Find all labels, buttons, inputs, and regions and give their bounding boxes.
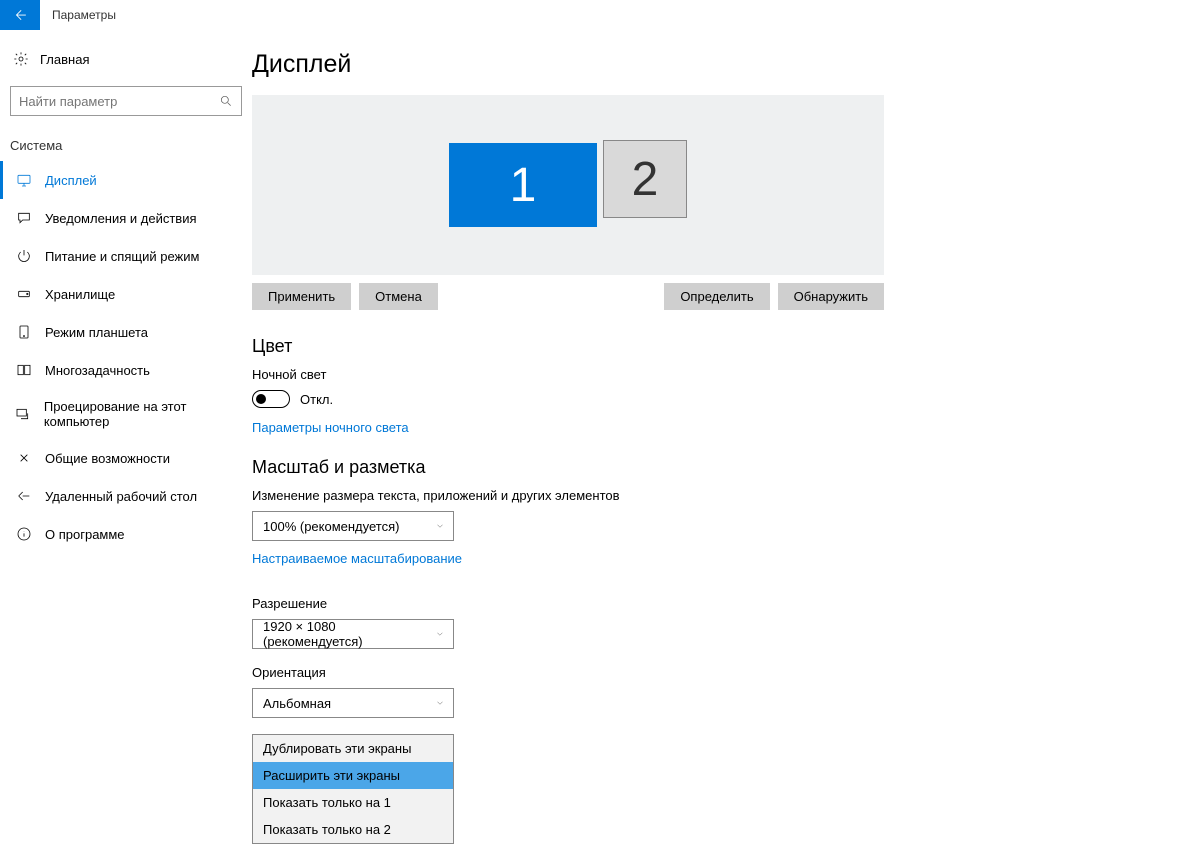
sidebar-item-projecting[interactable]: Проецирование на этот компьютер (0, 389, 252, 439)
page-title: Дисплей (252, 50, 1172, 79)
detect-button[interactable]: Обнаружить (778, 283, 884, 310)
chat-icon (15, 209, 33, 227)
display-arrange-area[interactable]: 1 2 (252, 95, 884, 275)
multi-option-only1[interactable]: Показать только на 1 (253, 789, 453, 816)
sidebar-section-label: Система (0, 128, 252, 161)
sidebar-item-tablet[interactable]: Режим планшета (0, 313, 252, 351)
multi-display-dropdown[interactable]: Дублировать эти экраны Расширить эти экр… (252, 734, 454, 844)
sidebar-item-shared[interactable]: Общие возможности (0, 439, 252, 477)
info-icon (15, 525, 33, 543)
gear-icon (12, 50, 30, 68)
sidebar-item-about[interactable]: О программе (0, 515, 252, 553)
back-button[interactable] (0, 0, 40, 30)
chevron-down-icon (435, 521, 445, 531)
night-light-toggle[interactable] (252, 390, 290, 408)
power-icon (15, 247, 33, 265)
sidebar-home[interactable]: Главная (0, 44, 252, 74)
cancel-button[interactable]: Отмена (359, 283, 438, 310)
night-light-label: Ночной свет (252, 367, 1172, 382)
multi-option-only2[interactable]: Показать только на 2 (253, 816, 453, 843)
color-heading: Цвет (252, 336, 1172, 357)
orientation-select-value: Альбомная (263, 696, 331, 711)
sidebar-item-label: Удаленный рабочий стол (45, 489, 197, 504)
sidebar: Главная Система Дисплей Уведомления и де… (0, 30, 252, 762)
orientation-select[interactable]: Альбомная (252, 688, 454, 718)
scale-select[interactable]: 100% (рекомендуется) (252, 511, 454, 541)
sidebar-item-label: Дисплей (45, 173, 97, 188)
sidebar-item-label: Питание и спящий режим (45, 249, 199, 264)
remote-icon (15, 487, 33, 505)
night-light-settings-link[interactable]: Параметры ночного света (252, 420, 409, 435)
monitor-icon (15, 171, 33, 189)
orientation-label: Ориентация (252, 665, 1172, 680)
resolution-label: Разрешение (252, 596, 1172, 611)
sidebar-item-remote[interactable]: Удаленный рабочий стол (0, 477, 252, 515)
search-field[interactable] (19, 94, 219, 109)
scale-select-value: 100% (рекомендуется) (263, 519, 399, 534)
sidebar-item-label: Режим планшета (45, 325, 148, 340)
sidebar-home-label: Главная (40, 52, 89, 67)
drive-icon (15, 285, 33, 303)
sidebar-item-display[interactable]: Дисплей (0, 161, 252, 199)
chevron-down-icon (435, 629, 445, 639)
sidebar-item-label: Хранилище (45, 287, 115, 302)
sidebar-item-multitasking[interactable]: Многозадачность (0, 351, 252, 389)
sidebar-item-label: Проецирование на этот компьютер (44, 399, 242, 429)
custom-scaling-link[interactable]: Настраиваемое масштабирование (252, 551, 462, 566)
sidebar-item-notifications[interactable]: Уведомления и действия (0, 199, 252, 237)
monitor-1[interactable]: 1 (449, 143, 597, 227)
multi-option-duplicate[interactable]: Дублировать эти экраны (253, 735, 453, 762)
search-input[interactable] (10, 86, 242, 116)
share-icon (15, 449, 33, 467)
sidebar-item-power[interactable]: Питание и спящий режим (0, 237, 252, 275)
tablet-icon (15, 323, 33, 341)
sidebar-item-storage[interactable]: Хранилище (0, 275, 252, 313)
sidebar-item-label: Уведомления и действия (45, 211, 197, 226)
multitask-icon (15, 361, 33, 379)
monitor-2[interactable]: 2 (603, 140, 687, 218)
resolution-select-value: 1920 × 1080 (рекомендуется) (263, 619, 435, 649)
project-icon (15, 405, 32, 423)
multi-option-extend[interactable]: Расширить эти экраны (253, 762, 453, 789)
display-buttons-row: Применить Отмена Определить Обнаружить (252, 283, 884, 310)
arrow-left-icon (13, 8, 27, 22)
sidebar-item-label: Общие возможности (45, 451, 170, 466)
sidebar-item-label: О программе (45, 527, 125, 542)
night-light-state: Откл. (300, 392, 333, 407)
apply-button[interactable]: Применить (252, 283, 351, 310)
identify-button[interactable]: Определить (664, 283, 769, 310)
search-icon (219, 94, 233, 108)
topbar: Параметры (0, 0, 1200, 30)
chevron-down-icon (435, 698, 445, 708)
scale-heading: Масштаб и разметка (252, 457, 1172, 478)
scale-label: Изменение размера текста, приложений и д… (252, 488, 1172, 503)
sidebar-item-label: Многозадачность (45, 363, 150, 378)
resolution-select[interactable]: 1920 × 1080 (рекомендуется) (252, 619, 454, 649)
window-title: Параметры (40, 0, 116, 30)
main-content: Дисплей 1 2 Применить Отмена Определить … (252, 30, 1200, 762)
